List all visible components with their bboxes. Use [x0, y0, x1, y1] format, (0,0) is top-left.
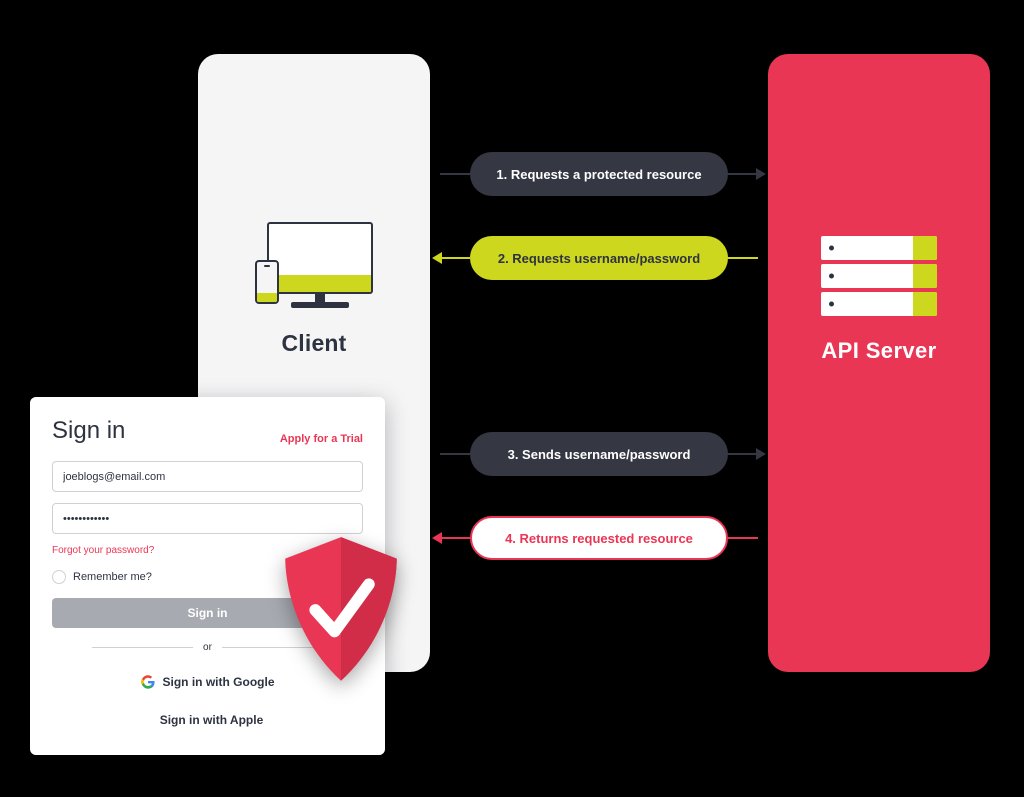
flow-step-3-label: 3. Sends username/password	[470, 432, 728, 476]
client-label: Client	[281, 330, 346, 357]
flow-step-1: 1. Requests a protected resource	[440, 152, 758, 196]
shield-checkmark-icon	[275, 535, 407, 685]
flow-step-3: 3. Sends username/password	[440, 432, 758, 476]
flow-step-4: 4. Returns requested resource	[440, 516, 758, 560]
signin-apple-label: Sign in with Apple	[160, 713, 264, 727]
signin-title: Sign in	[52, 417, 125, 445]
remember-me-label: Remember me?	[73, 571, 152, 583]
email-field[interactable]	[52, 461, 363, 492]
apply-for-trial-link[interactable]: Apply for a Trial	[280, 433, 363, 445]
client-device-icon	[255, 222, 373, 310]
flow-step-2: 2. Requests username/password	[440, 236, 758, 280]
google-icon	[141, 675, 155, 689]
api-server-label: API Server	[821, 338, 936, 364]
password-field[interactable]	[52, 503, 363, 534]
server-rack-icon	[821, 236, 937, 316]
flow-step-4-label: 4. Returns requested resource	[470, 516, 728, 560]
signin-apple-button[interactable]: Sign in with Apple	[52, 705, 363, 735]
flow-step-2-label: 2. Requests username/password	[470, 236, 728, 280]
flow-step-1-label: 1. Requests a protected resource	[470, 152, 728, 196]
signin-button-label: Sign in	[188, 606, 228, 620]
remember-me-checkbox[interactable]	[52, 570, 66, 584]
or-label: or	[203, 642, 212, 653]
api-server-card: API Server	[768, 54, 990, 672]
signin-google-label: Sign in with Google	[163, 675, 275, 689]
